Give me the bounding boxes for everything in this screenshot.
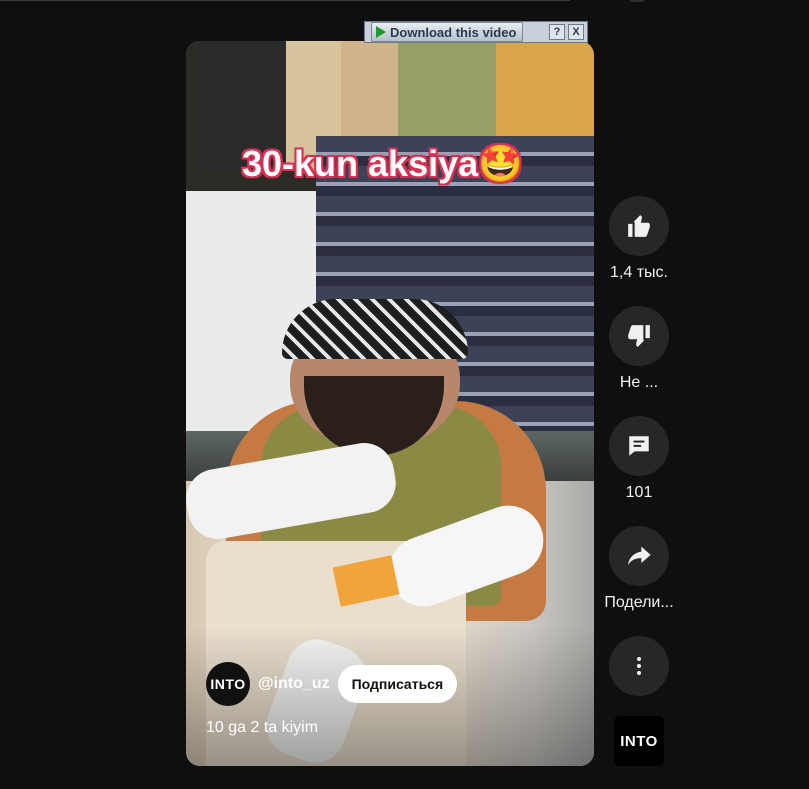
channel-handle-link[interactable]: @into_uz	[258, 675, 330, 693]
comment-count: 101	[625, 484, 653, 501]
comments-action: 101	[596, 416, 682, 502]
comment-icon	[629, 436, 649, 456]
play-arrow-icon	[376, 26, 386, 38]
subscribe-button[interactable]: Подписаться	[337, 665, 458, 703]
share-icon	[627, 546, 651, 566]
top-indicator	[630, 0, 644, 2]
like-count: 1,4 тыс.	[610, 264, 668, 281]
channel-thumbnail[interactable]: INTO	[614, 716, 664, 766]
video-overlay-text: 30-kun aksiya🤩	[242, 143, 523, 184]
shorts-video-player[interactable]: 30-kun aksiya🤩 INTO @into_uz Подписаться…	[186, 41, 594, 766]
top-divider	[0, 0, 570, 1]
download-video-toolbar: Download this video ? X	[364, 21, 588, 43]
help-button[interactable]: ?	[549, 24, 565, 40]
thumbs-down-icon	[628, 325, 650, 347]
like-action: 1,4 тыс.	[596, 196, 682, 282]
share-button[interactable]	[609, 526, 669, 586]
download-video-label: Download this video	[390, 24, 517, 40]
channel-avatar[interactable]: INTO	[206, 662, 250, 706]
more-vertical-icon	[637, 657, 641, 675]
channel-row: INTO @into_uz Подписаться	[206, 662, 458, 706]
dislike-button[interactable]	[609, 306, 669, 366]
more-action	[596, 636, 682, 696]
share-label: Подели...	[604, 594, 674, 611]
video-caption[interactable]: 10 ga 2 ta kiyim	[206, 719, 318, 737]
comments-button[interactable]	[609, 416, 669, 476]
like-button[interactable]	[609, 196, 669, 256]
dislike-label: Не ...	[619, 374, 659, 391]
download-video-button[interactable]: Download this video	[371, 22, 524, 42]
close-button[interactable]: X	[568, 24, 584, 40]
thumbs-up-icon	[628, 215, 650, 237]
dislike-action: Не ...	[596, 306, 682, 392]
share-action: Подели...	[596, 526, 682, 612]
more-options-button[interactable]	[609, 636, 669, 696]
